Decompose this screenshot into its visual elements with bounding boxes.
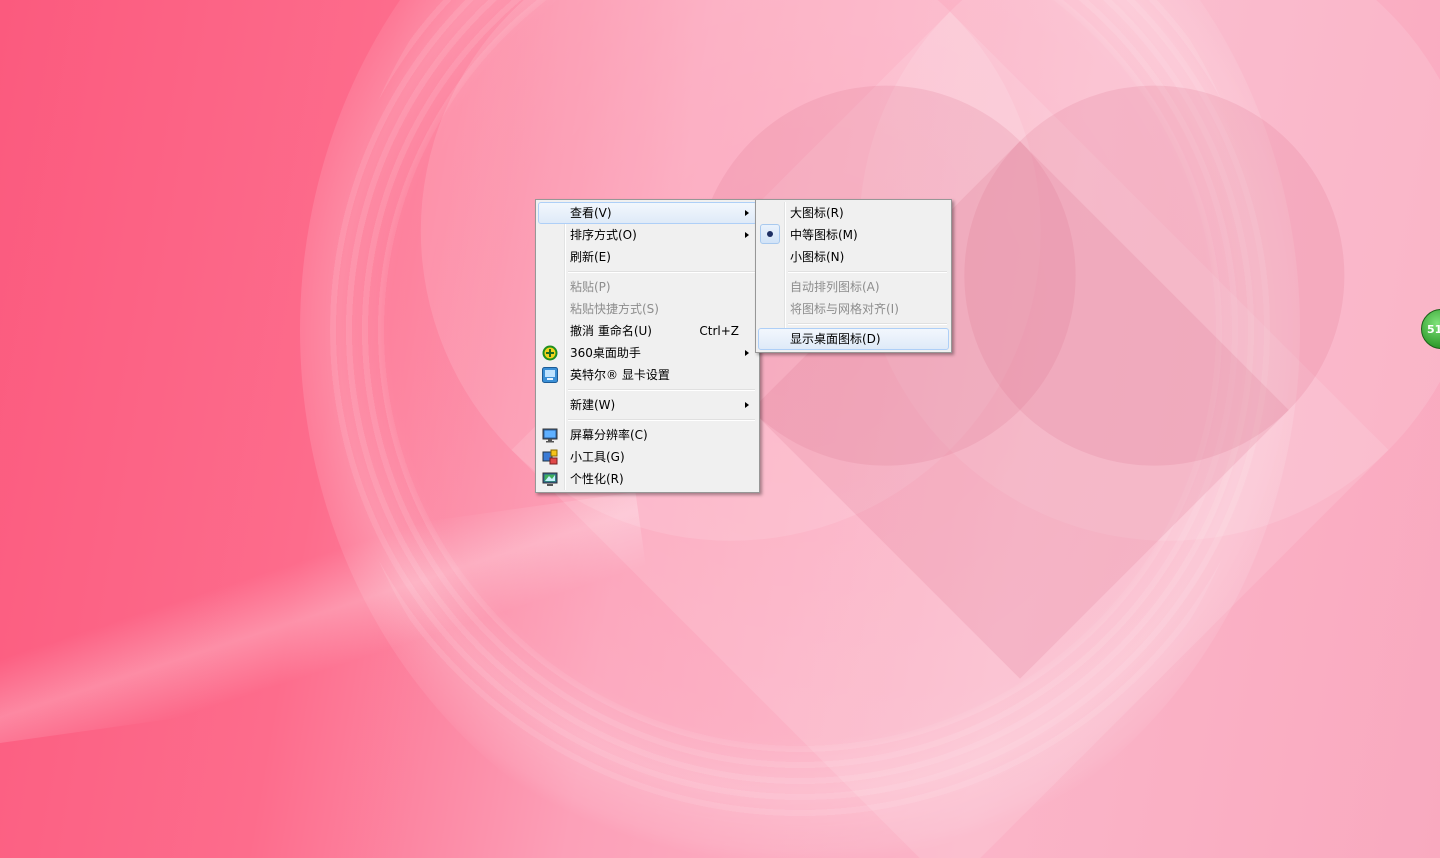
view-submenu: 大图标(R) 中等图标(M) 小图标(N) 自动排列图标(A) 将图标与网格对齐…	[755, 199, 952, 353]
menu-item-show-desktop-icons[interactable]: 显示桌面图标(D)	[758, 328, 949, 350]
menu-item-label: 撤消 重命名(U)	[570, 324, 652, 338]
menu-item-shortcut: Ctrl+Z	[699, 324, 739, 338]
menu-separator	[788, 271, 947, 273]
menu-item-view[interactable]: 查看(V)	[538, 202, 757, 224]
360-desktop-icon	[542, 345, 558, 361]
menu-item-paste-shortcut[interactable]: 粘贴快捷方式(S)	[538, 298, 757, 320]
intel-graphics-icon	[542, 367, 558, 383]
submenu-arrow-icon	[745, 210, 749, 216]
menu-item-label: 排序方式(O)	[570, 228, 637, 242]
menu-item-refresh[interactable]: 刷新(E)	[538, 246, 757, 268]
gadgets-icon	[542, 449, 558, 465]
menu-item-paste[interactable]: 粘贴(P)	[538, 276, 757, 298]
menu-separator	[788, 323, 947, 325]
menu-item-intel-graphics[interactable]: 英特尔® 显卡设置	[538, 364, 757, 386]
menu-separator	[568, 419, 755, 421]
menu-item-label: 刷新(E)	[570, 250, 611, 264]
menu-item-label: 大图标(R)	[790, 206, 844, 220]
menu-separator	[568, 271, 755, 273]
submenu-arrow-icon	[745, 350, 749, 356]
menu-item-label: 将图标与网格对齐(I)	[790, 302, 899, 316]
menu-item-medium-icons[interactable]: 中等图标(M)	[758, 224, 949, 246]
menu-item-align-to-grid[interactable]: 将图标与网格对齐(I)	[758, 298, 949, 320]
menu-item-label: 新建(W)	[570, 398, 616, 412]
menu-item-label: 显示桌面图标(D)	[790, 332, 881, 346]
menu-item-label: 小图标(N)	[790, 250, 845, 264]
menu-item-label: 英特尔® 显卡设置	[570, 368, 670, 382]
monitor-icon	[542, 427, 558, 443]
menu-item-label: 粘贴(P)	[570, 280, 611, 294]
menu-item-screen-resolution[interactable]: 屏幕分辨率(C)	[538, 424, 757, 446]
menu-item-label: 查看(V)	[570, 206, 612, 220]
submenu-arrow-icon	[745, 402, 749, 408]
menu-item-label: 粘贴快捷方式(S)	[570, 302, 659, 316]
menu-item-new[interactable]: 新建(W)	[538, 394, 757, 416]
menu-item-label: 小工具(G)	[570, 450, 625, 464]
menu-item-label: 自动排列图标(A)	[790, 280, 880, 294]
menu-item-sort-by[interactable]: 排序方式(O)	[538, 224, 757, 246]
personalize-icon	[542, 471, 558, 487]
desktop-background[interactable]: 51 查看(V) 排序方式(O) 刷新(E) 粘贴(P) 粘贴快捷方式(S) 撤…	[0, 0, 1440, 858]
menu-item-auto-arrange[interactable]: 自动排列图标(A)	[758, 276, 949, 298]
menu-item-label: 中等图标(M)	[790, 228, 858, 242]
menu-separator	[568, 389, 755, 391]
gadget-label: 51	[1427, 322, 1440, 336]
menu-item-undo-rename[interactable]: 撤消 重命名(U) Ctrl+Z	[538, 320, 757, 342]
menu-item-personalize[interactable]: 个性化(R)	[538, 468, 757, 490]
menu-item-large-icons[interactable]: 大图标(R)	[758, 202, 949, 224]
submenu-arrow-icon	[745, 232, 749, 238]
selected-radio-icon	[760, 224, 780, 244]
menu-item-gadgets[interactable]: 小工具(G)	[538, 446, 757, 468]
menu-item-label: 360桌面助手	[570, 346, 641, 360]
menu-item-small-icons[interactable]: 小图标(N)	[758, 246, 949, 268]
menu-item-label: 个性化(R)	[570, 472, 624, 486]
menu-item-360-desktop[interactable]: 360桌面助手	[538, 342, 757, 364]
desktop-context-menu: 查看(V) 排序方式(O) 刷新(E) 粘贴(P) 粘贴快捷方式(S) 撤消 重…	[535, 199, 760, 493]
menu-item-label: 屏幕分辨率(C)	[570, 428, 648, 442]
